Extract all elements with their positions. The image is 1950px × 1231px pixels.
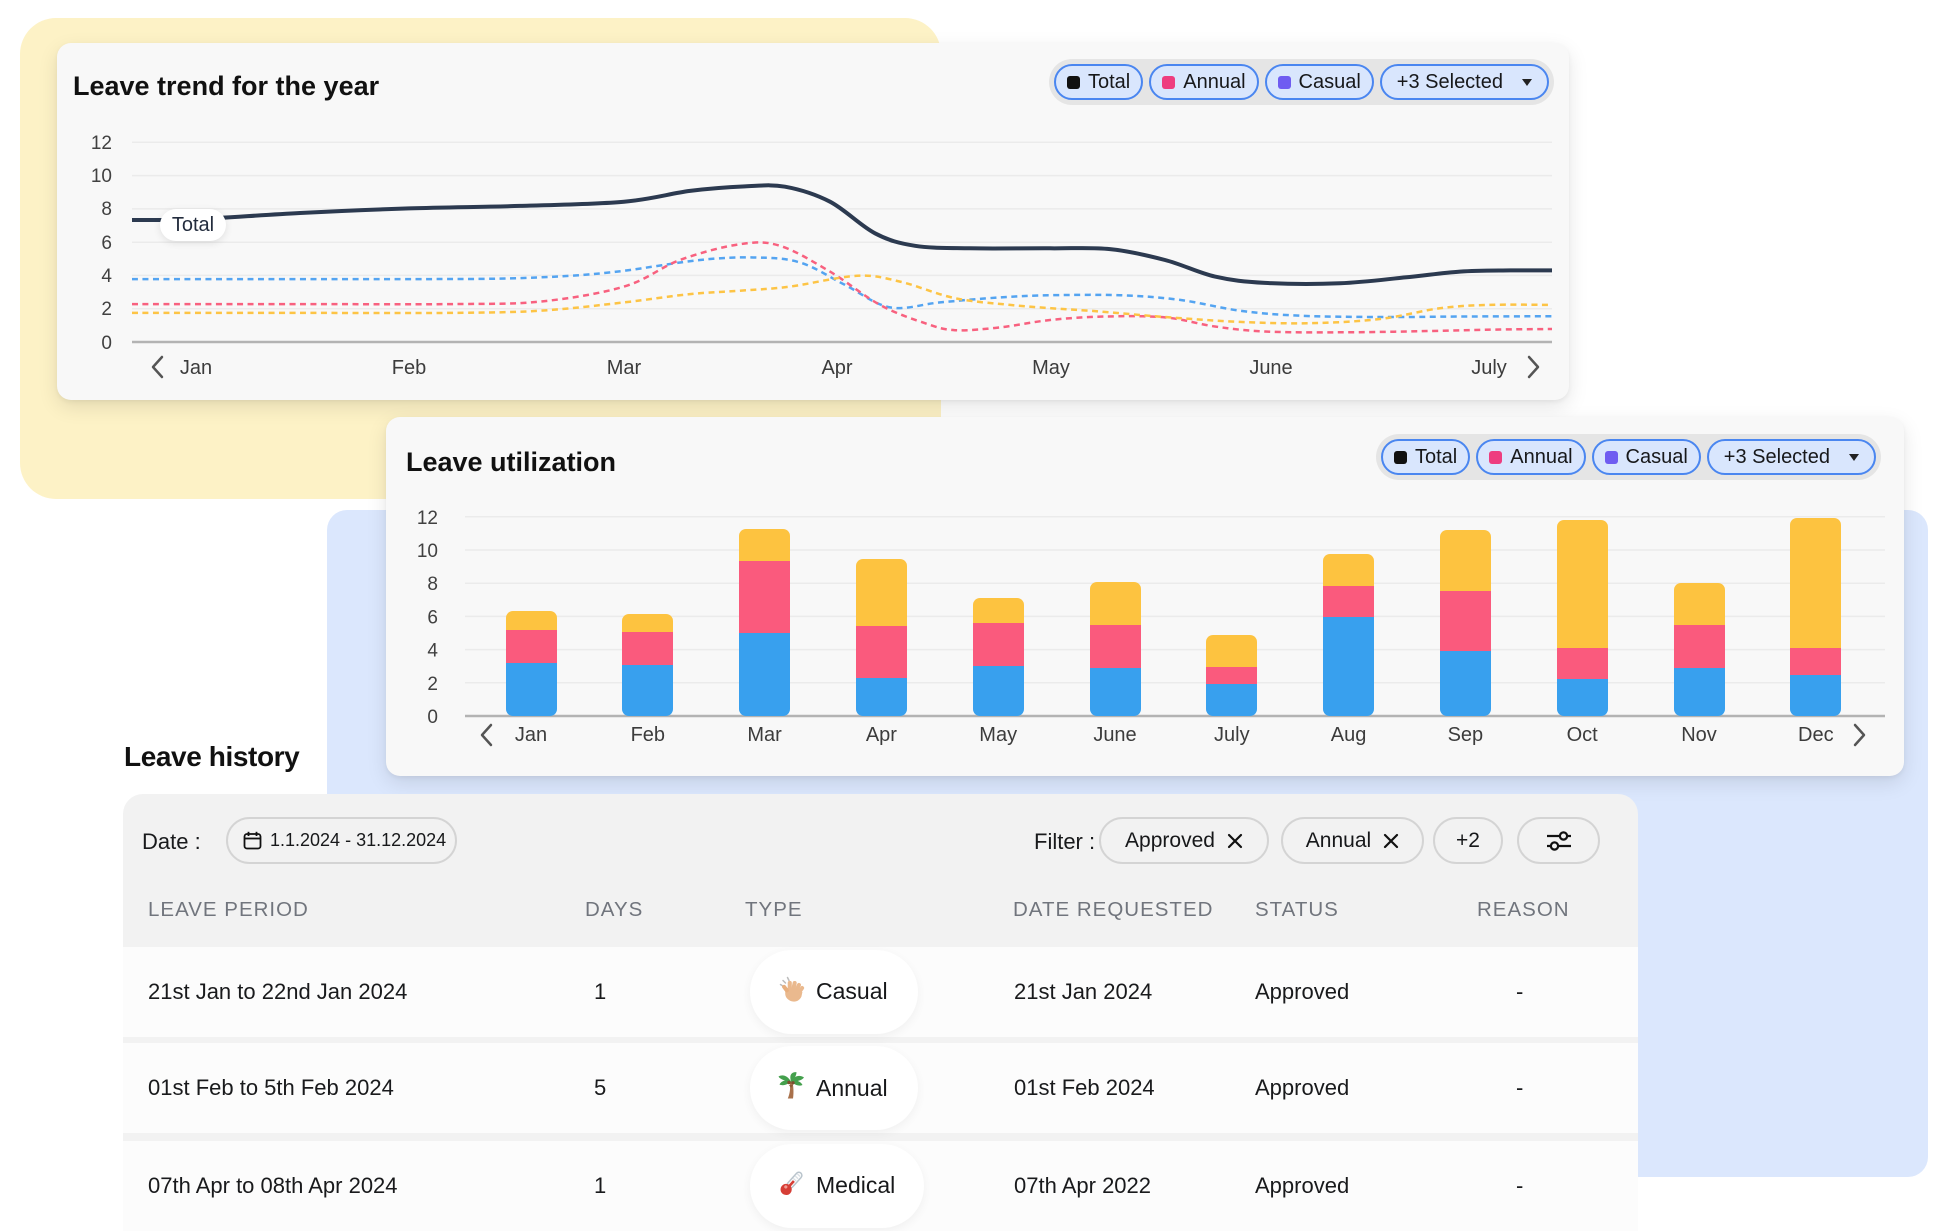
svg-text:Apr: Apr (821, 357, 852, 379)
svg-text:8: 8 (101, 199, 112, 220)
svg-text:10: 10 (417, 541, 438, 562)
svg-text:May: May (979, 724, 1017, 746)
svg-text:Sep: Sep (1448, 724, 1484, 746)
svg-text:July: July (1471, 357, 1507, 379)
svg-text:Mar: Mar (607, 357, 642, 379)
svg-text:6: 6 (101, 233, 112, 254)
svg-text:June: June (1249, 357, 1292, 379)
svg-text:Mar: Mar (747, 724, 782, 746)
svg-text:12: 12 (91, 133, 112, 154)
svg-text:Nov: Nov (1681, 724, 1717, 746)
svg-text:Feb: Feb (392, 357, 426, 379)
svg-text:Aug: Aug (1331, 724, 1367, 746)
svg-text:4: 4 (101, 266, 112, 287)
svg-text:July: July (1214, 724, 1250, 746)
svg-text:May: May (1032, 357, 1070, 379)
svg-text:6: 6 (427, 607, 438, 628)
svg-text:8: 8 (427, 574, 438, 595)
svg-text:10: 10 (91, 166, 112, 187)
svg-text:Feb: Feb (631, 724, 665, 746)
svg-text:0: 0 (427, 707, 438, 728)
svg-text:0: 0 (101, 333, 112, 354)
svg-text:12: 12 (417, 508, 438, 529)
svg-text:Oct: Oct (1567, 724, 1599, 746)
svg-text:2: 2 (101, 299, 112, 320)
svg-text:Jan: Jan (515, 724, 547, 746)
svg-text:June: June (1093, 724, 1136, 746)
svg-text:Dec: Dec (1798, 724, 1834, 746)
svg-text:2: 2 (427, 674, 438, 695)
svg-text:Apr: Apr (866, 724, 897, 746)
svg-text:Jan: Jan (180, 357, 212, 379)
svg-text:4: 4 (427, 641, 438, 662)
